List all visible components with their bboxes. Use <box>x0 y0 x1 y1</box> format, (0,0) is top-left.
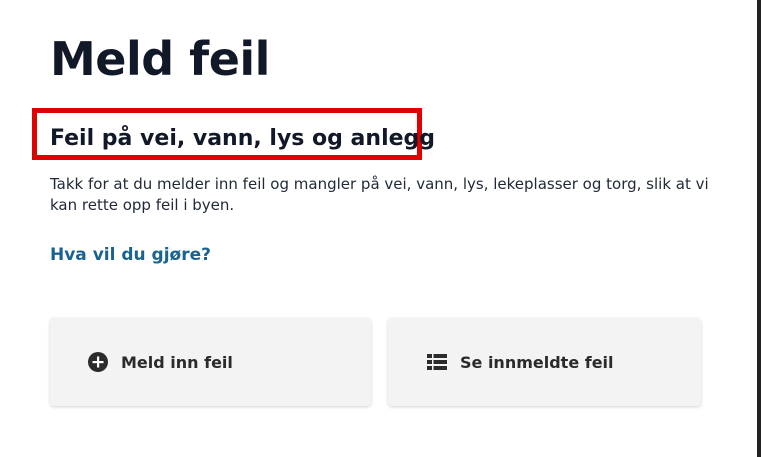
view-reported-issues-button[interactable]: Se innmeldte feil <box>388 318 701 406</box>
list-icon <box>426 351 448 373</box>
intro-text: Takk for at du melder inn feil og mangle… <box>50 175 709 214</box>
plus-circle-icon <box>87 351 109 373</box>
window-edge <box>757 0 761 457</box>
section-heading: Feil på vei, vann, lys og anlegg <box>50 126 436 151</box>
page: Meld feil Feil på vei, vann, lys og anle… <box>0 0 761 457</box>
report-issue-button[interactable]: Meld inn feil <box>50 318 371 406</box>
view-reported-issues-label: Se innmeldte feil <box>460 352 614 372</box>
page-title: Meld feil <box>50 32 270 86</box>
what-to-do-link[interactable]: Hva vil du gjøre? <box>50 245 211 265</box>
report-issue-label: Meld inn feil <box>121 352 233 372</box>
